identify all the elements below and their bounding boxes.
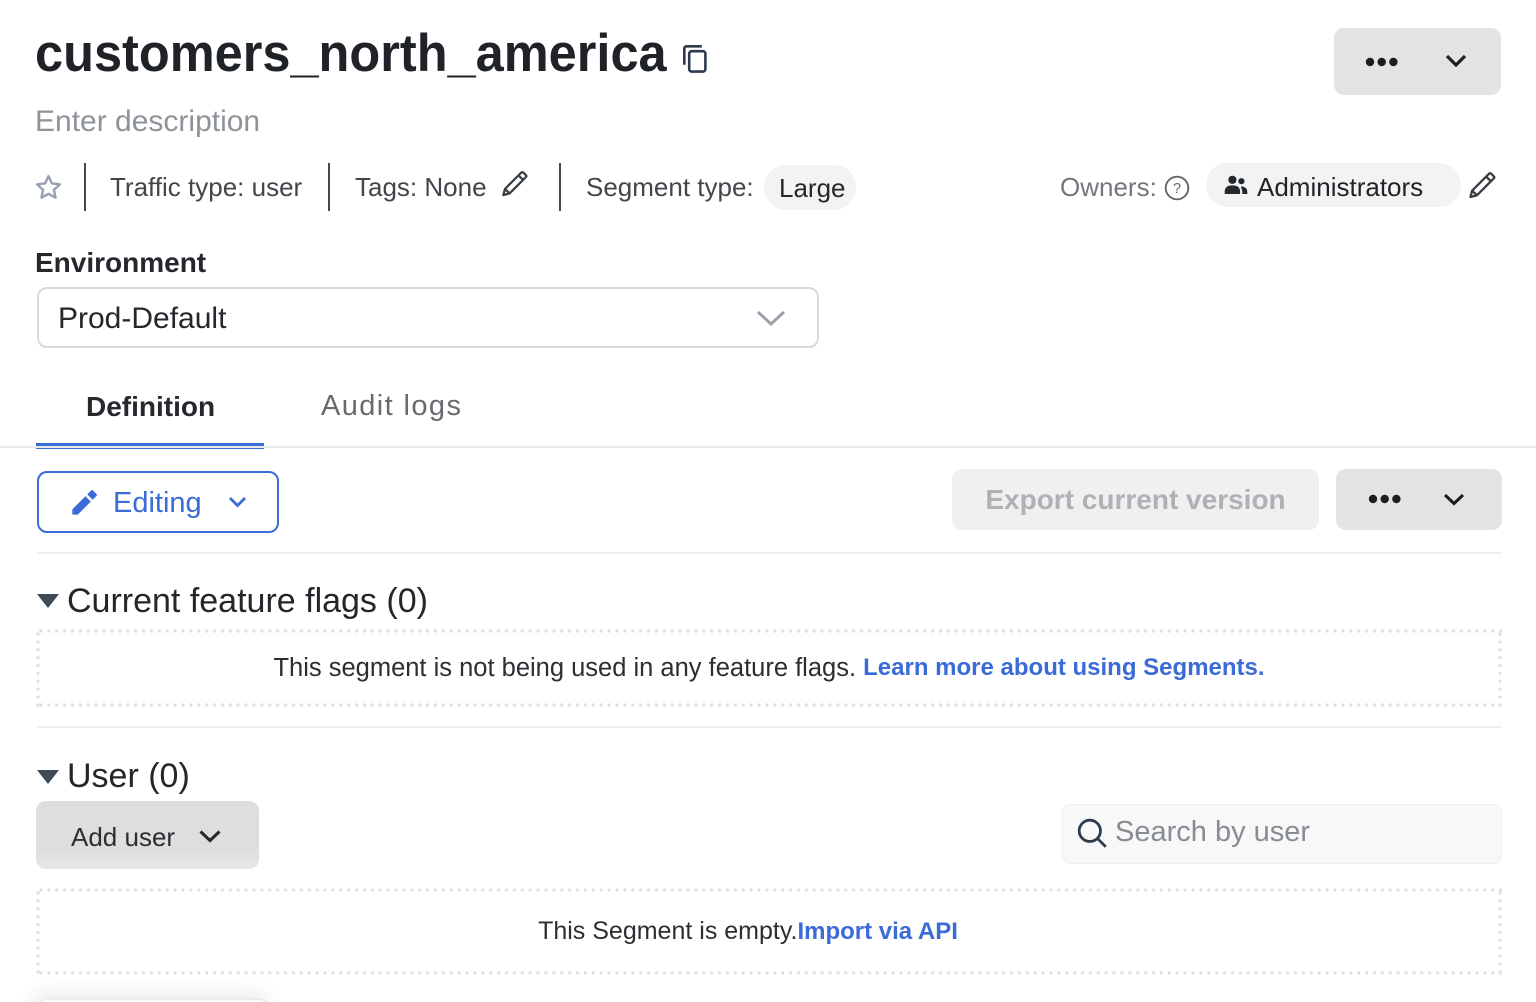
- svg-text:?: ?: [1173, 181, 1181, 197]
